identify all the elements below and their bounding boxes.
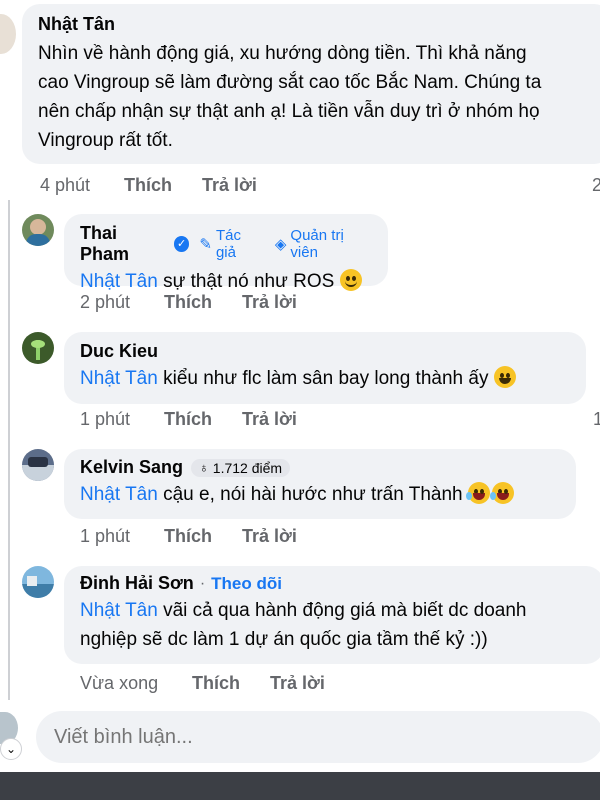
comment-text: Nhìn về hành động giá, xu hướng dòng tiề… [38, 43, 542, 151]
admin-badge: ◈ Quản trị viên [274, 227, 344, 261]
rolling-on-floor-laughing-icon [489, 482, 514, 504]
reply-button[interactable]: Trả lời [202, 175, 257, 196]
comment-author[interactable]: Nhật Tân [38, 14, 596, 35]
reply-text: Nhật Tân kiểu như flc làm sân bay long t… [80, 364, 570, 393]
rolling-on-floor-laughing-icon [465, 482, 490, 504]
pencil-icon: ✎ [199, 236, 212, 253]
like-button[interactable]: Thích [124, 175, 202, 196]
reply-bubble-dinh-hai-son: Đinh Hải Sơn · Theo dõi Nhật Tân vãi cả … [64, 566, 600, 664]
slightly-smiling-face-icon [339, 269, 362, 291]
grinning-face-icon [493, 366, 516, 388]
chevron-down-icon: ⌄ [5, 742, 17, 756]
points-badge: ♁ 1.712 điểm [191, 458, 291, 477]
reply-author[interactable]: Thai Pham [80, 223, 168, 265]
mention-link[interactable]: Nhật Tân [80, 271, 158, 292]
mention-link[interactable]: Nhật Tân [80, 484, 158, 505]
separator: · [199, 574, 206, 592]
reaction-count[interactable]: 2 [592, 175, 600, 196]
reply-bubble-duc-kieu: Duc Kieu Nhật Tân kiểu như flc làm sân b… [64, 332, 586, 404]
like-button[interactable]: Thích [164, 526, 242, 547]
follow-button[interactable]: Theo dõi [211, 574, 282, 594]
reply-button[interactable]: Trả lời [242, 526, 297, 547]
reply-button[interactable]: Trả lời [242, 409, 297, 430]
comment-input[interactable] [36, 711, 600, 763]
medal-icon: ♁ [199, 460, 209, 475]
reply-time[interactable]: 1 phút [80, 409, 164, 430]
avatar-nhat-tan[interactable] [0, 14, 16, 54]
expand-chevron-button[interactable]: ⌄ [0, 738, 22, 760]
reply-bubble-thai-pham: Thai Pham ✓ ✎ Tác giả ◈ Quản trị viên Nh… [64, 214, 388, 292]
avatar-thai-pham[interactable] [22, 214, 54, 246]
avatar-dinh-hai-son[interactable] [22, 566, 54, 598]
comment-bubble-main: Nhật Tân Nhìn về hành động giá, xu hướng… [22, 4, 600, 164]
like-button[interactable]: Thích [164, 409, 242, 430]
reply-bubble-kelvin-sang: Kelvin Sang ♁ 1.712 điểm Nhật Tân cậu e,… [64, 449, 576, 519]
verified-icon: ✓ [173, 236, 190, 252]
reply-time[interactable]: Vừa xong [80, 673, 192, 694]
like-button[interactable]: Thích [192, 673, 270, 694]
reply-author[interactable]: Kelvin Sang [80, 457, 183, 478]
reply-time[interactable]: 2 phút [80, 292, 164, 313]
mention-link[interactable]: Nhật Tân [80, 600, 158, 621]
author-badge: ✎ Tác giả [199, 227, 241, 261]
reply-author[interactable]: Đinh Hải Sơn [80, 573, 194, 594]
mention-link[interactable]: Nhật Tân [80, 368, 158, 389]
reply-actions: 1 phút Thích Trả lời [80, 409, 297, 430]
reply-button[interactable]: Trả lời [242, 292, 297, 313]
reply-actions: 1 phút Thích Trả lời [80, 526, 297, 547]
comment-time[interactable]: 4 phút [40, 175, 124, 196]
system-navigation-bar [0, 772, 600, 800]
comment-actions-main: 4 phút Thích Trả lời [40, 175, 257, 196]
reply-text: Nhật Tân vãi cả qua hành động giá mà biế… [80, 600, 527, 650]
shield-icon: ◈ [274, 236, 287, 253]
reply-actions: 2 phút Thích Trả lời [80, 292, 297, 313]
reply-button[interactable]: Trả lời [270, 673, 325, 694]
avatar-duc-kieu[interactable] [22, 332, 54, 364]
reply-time[interactable]: 1 phút [80, 526, 164, 547]
like-button[interactable]: Thích [164, 292, 242, 313]
thread-line [8, 200, 10, 700]
reply-text: Nhật Tân cậu e, nói hài hước như trấn Th… [80, 480, 560, 509]
reply-actions: Vừa xong Thích Trả lời [80, 673, 325, 694]
reply-author[interactable]: Duc Kieu [80, 341, 570, 362]
avatar-kelvin-sang[interactable] [22, 449, 54, 481]
reaction-count[interactable]: 1 [593, 409, 600, 430]
